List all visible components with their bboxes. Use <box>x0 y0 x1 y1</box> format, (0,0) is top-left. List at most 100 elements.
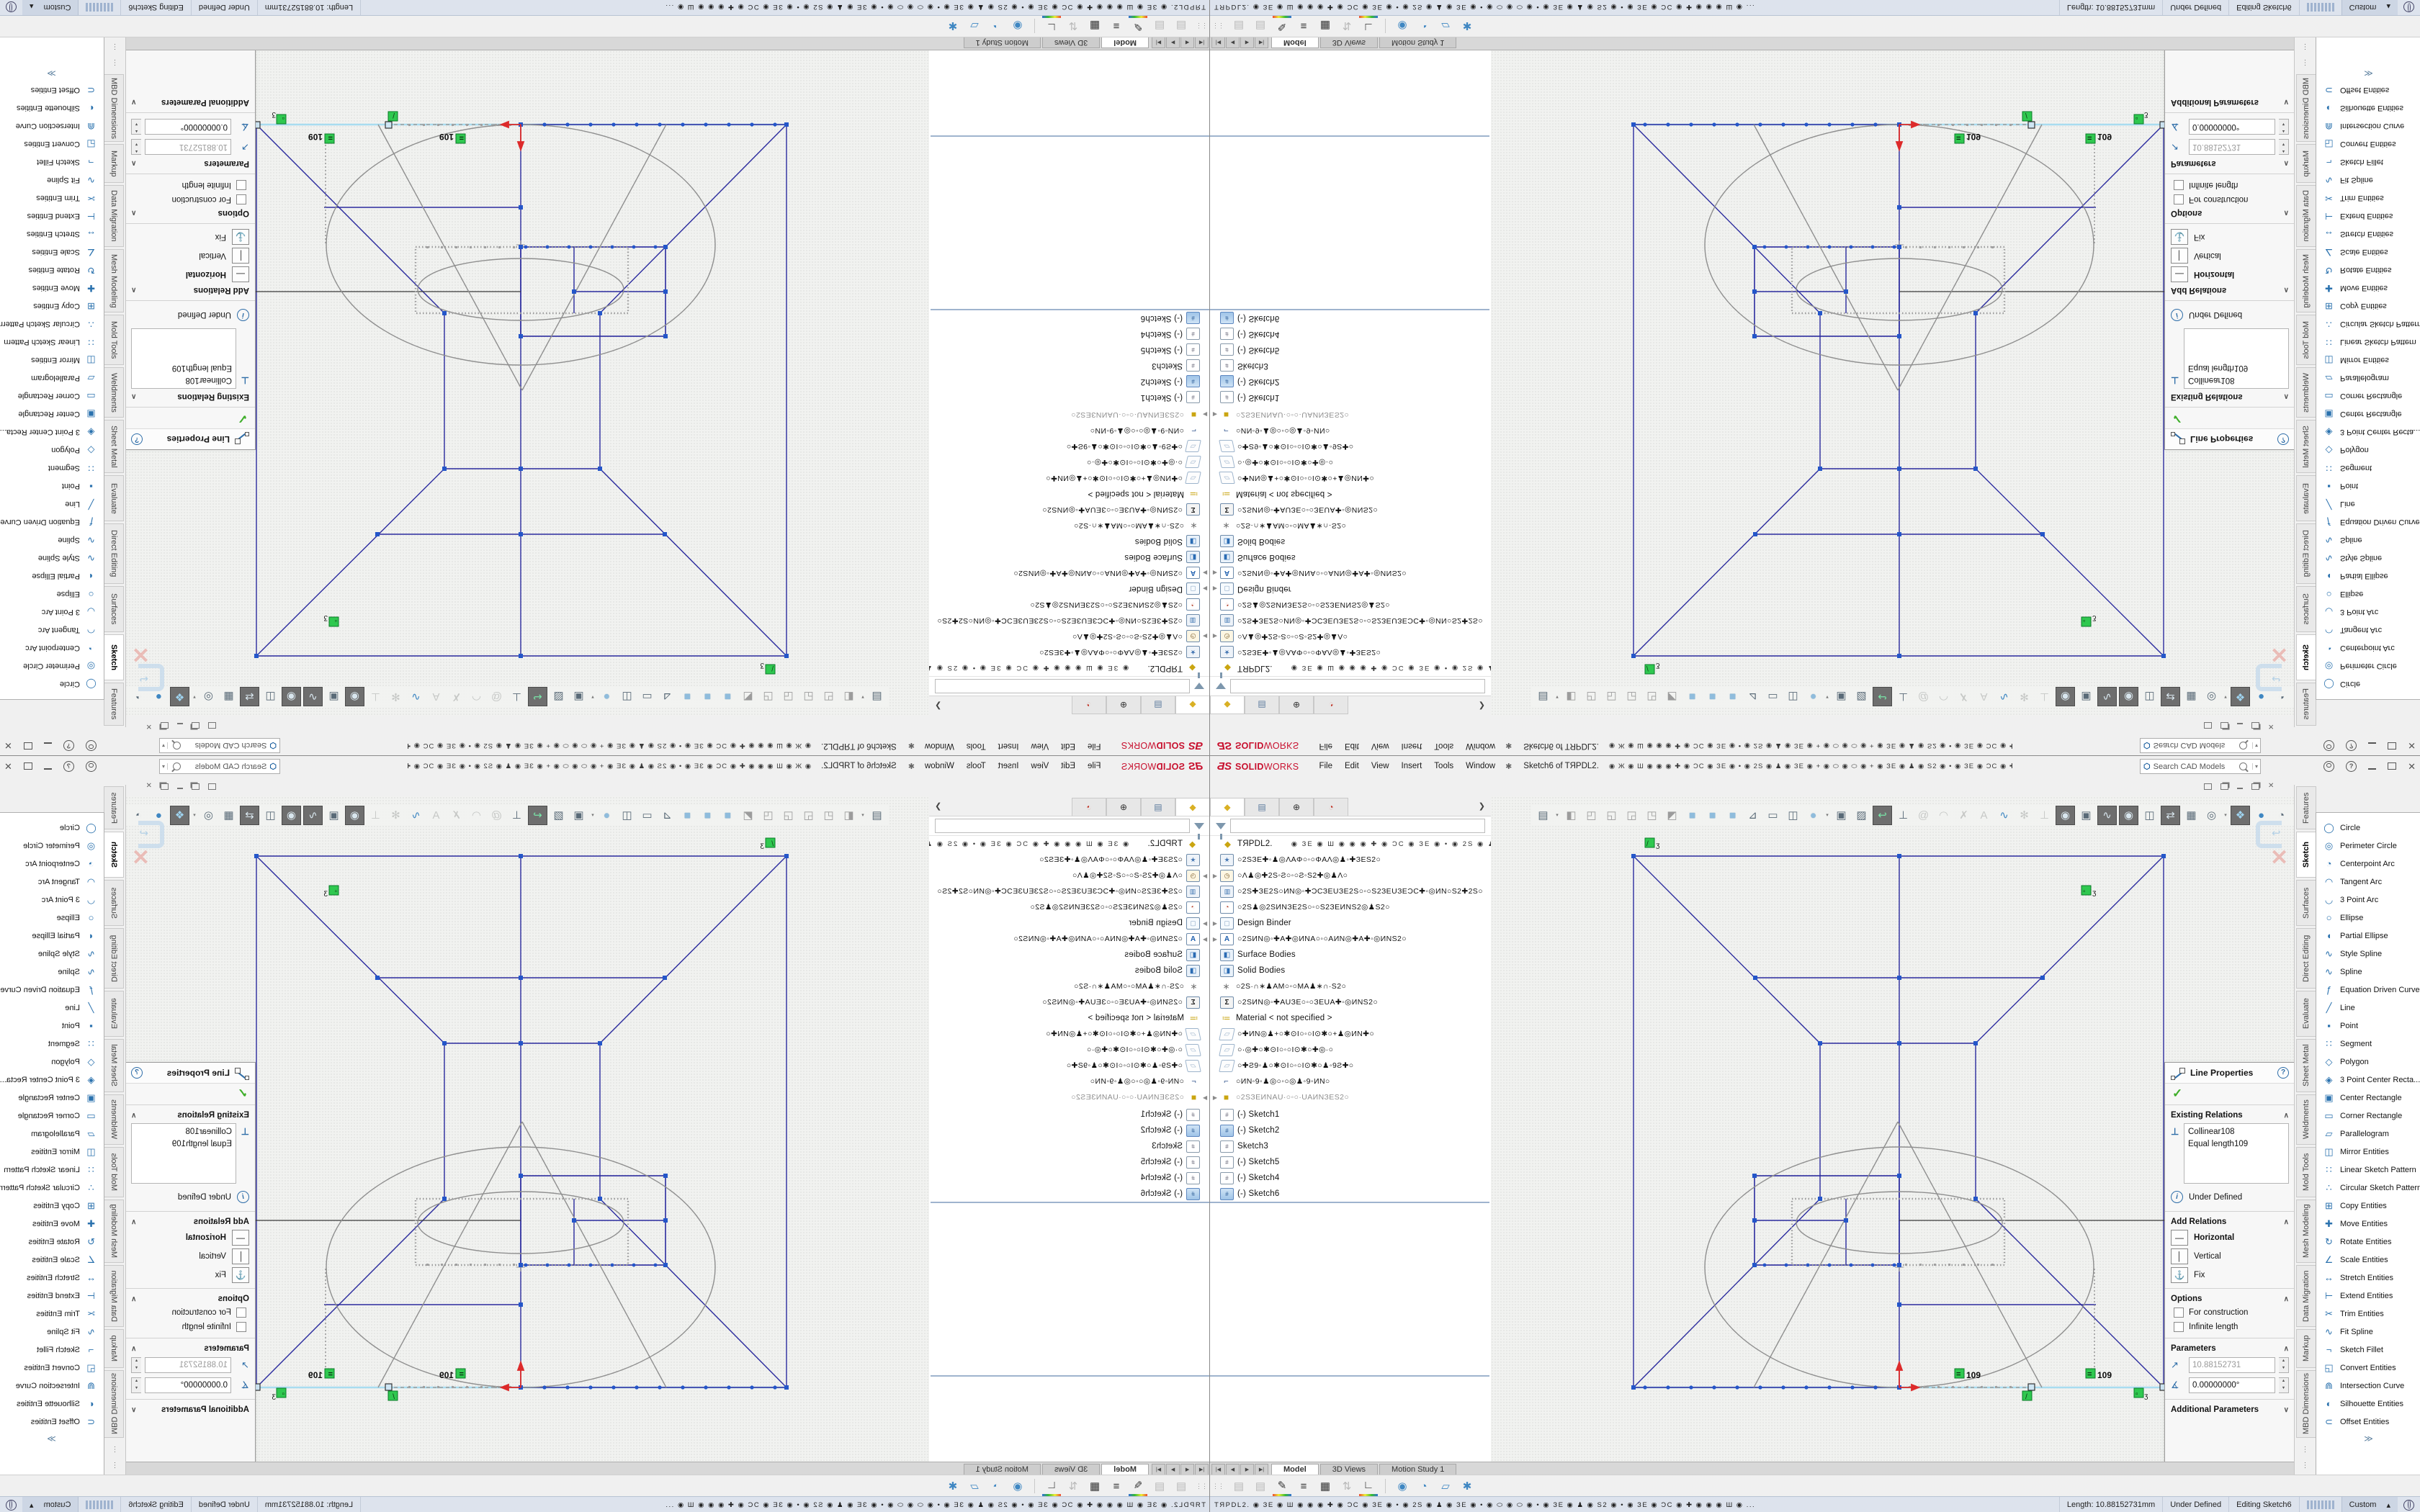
tree-row[interactable]: ≔Material < not specified > <box>929 486 1210 502</box>
doc-restore-icon[interactable] <box>2220 783 2228 790</box>
checkbox[interactable] <box>236 1308 246 1318</box>
panel-help-icon[interactable]: ? <box>2277 433 2289 445</box>
relation-badge-top-left[interactable]: / ʒ <box>1645 662 1660 674</box>
bottom-toolbar-icon[interactable]: ◔ <box>1415 1477 1433 1495</box>
add-relation-horizontal[interactable]: — Horizontal <box>126 1228 255 1247</box>
bottom-toolbar-icon[interactable]: ≡ <box>1294 1477 1313 1495</box>
tab-mesh-modeling[interactable]: Mesh Modeling <box>2296 249 2316 312</box>
tool-fit-spline[interactable]: ∿Fit Spline <box>0 171 104 189</box>
options-header[interactable]: Options ∧ <box>126 1292 255 1305</box>
fix-relation-icon[interactable]: ⚓ <box>232 1267 249 1283</box>
add-relation-horizontal[interactable]: — Horizontal <box>126 265 255 284</box>
angle-parameter-field[interactable]: ∡ 0.00000000° ▲▼ <box>126 117 255 137</box>
doc-tab-model[interactable]: Model <box>1101 37 1149 48</box>
tool-spline[interactable]: ∿Spline <box>0 963 104 981</box>
collapse-chevron-icon[interactable]: ∧ <box>131 1218 136 1226</box>
tree-row[interactable]: ★○2SЗЕ✚◦♟◎ΛАΦ○◦○ΦАΛ◎♟◦✚ЗЕS2○ <box>929 644 1210 660</box>
collapse-chevron-icon[interactable]: ∧ <box>131 393 136 401</box>
doc-tab-3d-views[interactable]: 3D Views <box>1042 37 1100 48</box>
cancel-sketch-icon[interactable]: ✕ <box>2270 642 2288 667</box>
exit-sketch-icon[interactable] <box>2256 821 2282 848</box>
search-icon[interactable] <box>173 742 181 750</box>
tool-stretch-entities[interactable]: ↔Stretch Entities <box>2316 225 2420 243</box>
collapse-chevron-icon[interactable]: ∧ <box>131 1295 136 1303</box>
tool-linear-sketch-pattern[interactable]: ∷Linear Sketch Pattern <box>2316 333 2420 351</box>
tool-centerpoint-arc[interactable]: ◔Centerpoint Arc <box>0 855 104 873</box>
tool-silhouette-entities[interactable]: ◐Silhouette Entities <box>0 99 104 117</box>
more-tabs-dots-icon[interactable]: ⋮ <box>104 1446 125 1454</box>
status-custom-dropdown[interactable]: Custom ▴ <box>2341 1497 2398 1512</box>
doc-maximize-icon[interactable] <box>208 783 216 790</box>
tree-row[interactable]: ◨Solid Bodies <box>1210 963 1491 978</box>
menu-item-view[interactable]: View <box>1371 762 1389 770</box>
relation-badge-top-left[interactable]: / ʒ <box>1645 838 1660 850</box>
equal-dimension-right[interactable]: = 109 <box>2086 132 2112 143</box>
help-icon[interactable]: ? <box>2346 761 2357 772</box>
tree-row[interactable]: ∗○2S·∩∗♟АΜ○◦○ΜА♟∗∩·S2○ <box>1210 518 1491 534</box>
tool-circular-sketch-pattern[interactable]: ∴Circular Sketch Pattern <box>0 1179 104 1197</box>
panel-help-icon[interactable]: ? <box>131 1067 143 1079</box>
tab-mbd-dimensions[interactable]: MBD Dimensions <box>104 1370 124 1438</box>
tool-circle[interactable]: ◯Circle <box>2316 819 2420 837</box>
tool-circular-sketch-pattern[interactable]: ∴Circular Sketch Pattern <box>2316 315 2420 333</box>
length-parameter-field[interactable]: ↗ 10.88152731 ▲▼ <box>126 1355 255 1375</box>
tool-offset-entities[interactable]: ⊂Offset Entities <box>0 1413 104 1431</box>
add-relations-header[interactable]: Add Relations ∧ <box>2165 1215 2294 1228</box>
tool-ellipse[interactable]: ○Ellipse <box>0 585 104 603</box>
additional-parameters-header[interactable]: Additional Parameters ∨ <box>126 1403 255 1416</box>
tab-data-migration[interactable]: Data Migration <box>104 185 124 247</box>
search-dropdown-icon[interactable]: ▾ <box>160 742 168 749</box>
bottom-toolbar-icon[interactable]: ▤ <box>1229 1477 1248 1495</box>
tree-row[interactable]: ◧Surface Bodies <box>1210 549 1491 565</box>
panel-help-icon[interactable]: ? <box>2277 1067 2289 1079</box>
length-parameter-field[interactable]: ↗ 10.88152731 ▲▼ <box>2165 137 2294 157</box>
tool-scale-entities[interactable]: ∠Scale Entities <box>2316 243 2420 261</box>
horizontal-relation-icon[interactable]: — <box>232 1230 249 1246</box>
tree-row[interactable]: ▥○2S✚ЗЕ2S○ИN◎◦✚ƆСЗЕUЗЕ2S○◦○S2ЗЕUЗЕƆС✚◦◎И… <box>929 613 1210 629</box>
tree-row[interactable]: ◨Solid Bodies <box>1210 534 1491 549</box>
tab-direct-editing[interactable]: Direct Editing <box>104 928 124 989</box>
tool-perimeter-circle[interactable]: ◎Perimeter Circle <box>0 657 104 675</box>
more-tabs-dots-icon[interactable]: ⋮ <box>2295 1462 2316 1470</box>
bottom-toolbar-icon[interactable]: ◉ <box>1393 17 1412 35</box>
equal-dimension-right[interactable]: = 109 <box>308 132 334 143</box>
ok-check-button[interactable]: ✓ <box>2172 411 2294 426</box>
parameters-header[interactable]: Parameters ∧ <box>2165 1342 2294 1355</box>
tree-row[interactable]: ◧Surface Bodies <box>1210 947 1491 963</box>
doc-nav-arrow-icon[interactable]: |◀ <box>1195 37 1209 48</box>
filter-input[interactable] <box>1230 679 1485 693</box>
tree-row[interactable]: #(-) Sketch5 <box>929 1154 1210 1170</box>
tree-row[interactable]: #(-) Sketch4 <box>1210 1170 1491 1186</box>
tool-polygon[interactable]: ◇Polygon <box>0 441 104 459</box>
units-globe-icon[interactable] <box>6 1500 17 1511</box>
tool-spline[interactable]: ∿Spline <box>2316 531 2420 549</box>
bottom-toolbar-icon[interactable]: ✎ <box>1129 17 1147 36</box>
collapse-chevron-icon[interactable]: ∧ <box>2284 210 2289 217</box>
expand-chevron-icon[interactable]: ∨ <box>131 99 136 107</box>
expand-arrow-icon[interactable]: ▶ <box>1210 570 1220 577</box>
tool-trim-entities[interactable]: ✂Trim Entities <box>0 1305 104 1323</box>
cancel-sketch-icon[interactable]: ✕ <box>2270 845 2288 870</box>
tree-row[interactable]: ⌐○ИN◦9◦♟◎○◦○◎♟◦9◦ИN○ <box>929 423 1210 438</box>
tab-surfaces[interactable]: Surfaces <box>2296 880 2316 926</box>
tool-center-rectangle[interactable]: ▣Center Rectangle <box>2316 405 2420 423</box>
menu-item-view[interactable]: View <box>1031 742 1049 750</box>
relation-item[interactable]: Collinear108 <box>2188 374 2285 386</box>
relation-badge-top-left[interactable]: / ʒ <box>760 662 775 674</box>
relation-badge-box3[interactable]: ▫ ʒ <box>272 1388 286 1400</box>
configurations-tab[interactable]: ⊕ <box>1279 696 1314 714</box>
doc-nav-arrow-icon[interactable]: ▶ <box>1240 37 1254 48</box>
tree-row[interactable]: ▱○✚Ƨ9◦♟○✱⊙I○◦○I⊙✱○♟◦9Ƨ✚○ <box>1210 1058 1491 1074</box>
tree-row[interactable]: ∗○2S·∩∗♟АΜ○◦○ΜА♟∗∩·S2○ <box>1210 978 1491 994</box>
existing-relations-header[interactable]: Existing Relations ∧ <box>2165 1109 2294 1122</box>
tab-direct-editing[interactable]: Direct Editing <box>2296 523 2316 584</box>
collapse-chevron-icon[interactable]: ∧ <box>2284 1218 2289 1226</box>
tree-row[interactable]: ⌐○ИN◦9◦♟◎○◦○◎♟◦9◦ИN○ <box>1210 423 1491 438</box>
collapse-chevron-icon[interactable]: ∧ <box>2284 287 2289 294</box>
tool-silhouette-entities[interactable]: ◐Silhouette Entities <box>2316 99 2420 117</box>
bottom-toolbar-icon[interactable]: ✱ <box>1458 17 1476 35</box>
menu-item-window[interactable]: Window <box>1466 762 1495 770</box>
bottom-toolbar-icon[interactable]: ✎ <box>1273 1477 1291 1496</box>
expand-arrow-icon[interactable]: ▶ <box>1210 873 1220 879</box>
bottom-toolbar-icon[interactable]: ◉ <box>1008 1477 1027 1495</box>
